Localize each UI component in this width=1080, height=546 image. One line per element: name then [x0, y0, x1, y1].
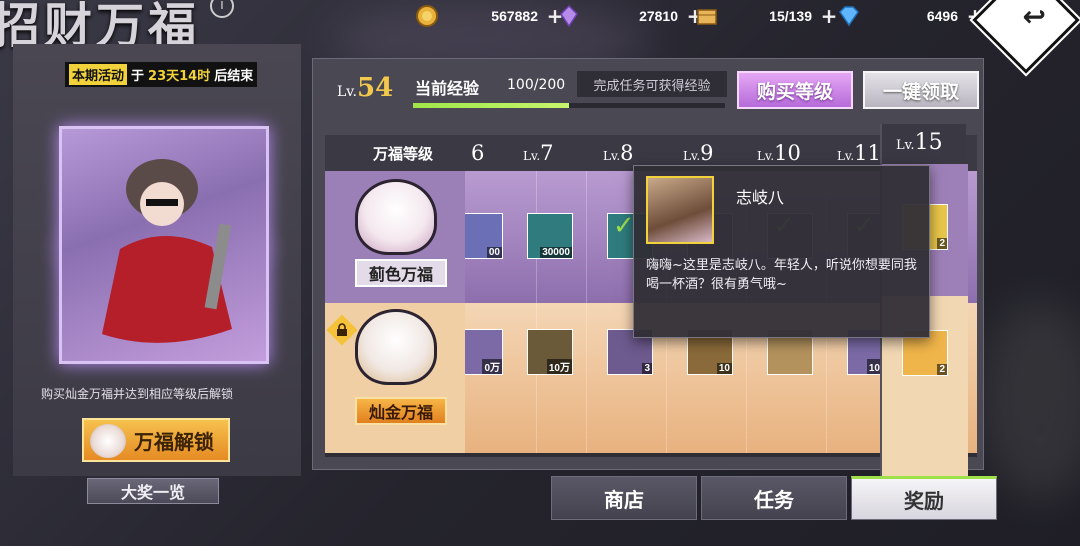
purple-crystal-icon: [556, 4, 582, 28]
claimed-check-icon: ✓: [613, 211, 635, 241]
level-header-8: Lv.8: [603, 141, 634, 165]
character-dialogue: 嗨嗨~这里是志岐八。年轻人，听说你想要同我喝一杯酒？很有勇气哦~: [646, 258, 917, 292]
exp-progress-bar: [413, 103, 725, 108]
event-notice: 本期活动 于 23天14时 后结束: [65, 62, 258, 87]
character-avatar: [646, 176, 714, 244]
exp-hint: 完成任务可获得经验: [577, 71, 727, 97]
unlock-button[interactable]: 万福解锁: [82, 418, 230, 462]
box-value: 15/139: [769, 8, 812, 24]
buy-level-button[interactable]: 购买等级: [737, 71, 853, 109]
gold-coin-icon: [414, 4, 440, 28]
notice-suffix: 后结束: [214, 69, 254, 84]
level-header-9: Lv.9: [683, 141, 714, 165]
notice-tag: 本期活动: [69, 64, 128, 85]
bottom-tabs: 商店 任务 奖励: [551, 476, 997, 520]
tab-rewards[interactable]: 奖励: [851, 476, 997, 520]
resource-bar: 567882 + 27810 + 15/139 + 6496 +: [400, 0, 983, 32]
gold-tier-side: 灿金万福: [325, 303, 465, 453]
exp-value: 100/200: [507, 77, 566, 93]
basic-tier-label: 蓟色万福: [355, 259, 447, 287]
resource-crystal: 27810 +: [556, 3, 706, 29]
basic-mascot-icon: [355, 179, 437, 255]
tab-tasks[interactable]: 任务: [701, 476, 847, 520]
level-header-6: 6: [471, 141, 485, 165]
level-number: 54: [357, 73, 394, 103]
resource-gold: 567882 +: [414, 3, 566, 29]
lock-icon: [326, 314, 358, 346]
exp-label: 当前经验: [415, 79, 480, 98]
grand-prize-button[interactable]: 大奖一览: [87, 478, 219, 504]
coin-pile-icon[interactable]: 10万: [527, 329, 573, 375]
gold-mascot-icon: [355, 309, 437, 385]
unlock-hint: 购买灿金万福并达到相应等级后解锁: [41, 387, 234, 401]
character-tooltip: 志岐八 嗨嗨~这里是志岐八。年轻人，听说你想要同我喝一杯酒？很有勇气哦~: [633, 165, 930, 338]
level-header-10: Lv.10: [757, 141, 801, 165]
crystal-value: 27810: [639, 8, 678, 24]
level-header-7: Lv.7: [523, 141, 554, 165]
current-level: Lv. 54: [337, 73, 393, 103]
reward-cell[interactable]: 10万: [507, 303, 587, 453]
character-name: 志岐八: [736, 188, 785, 207]
gold-value: 567882: [491, 8, 538, 24]
character-art: [102, 159, 232, 343]
mascot-icon: [90, 424, 126, 458]
box-icon: [694, 4, 720, 28]
resource-diamond: 6496 +: [836, 3, 986, 29]
unlock-button-label: 万福解锁: [134, 429, 214, 454]
tab-shop[interactable]: 商店: [551, 476, 697, 520]
diamond-icon: [836, 4, 862, 28]
milestone-level: Lv.15: [896, 130, 943, 155]
left-panel: 本期活动 于 23天14时 后结束 购买灿金万福并达到相应等级后解锁 万福解锁: [13, 44, 301, 476]
diamond-value: 6496: [926, 8, 958, 24]
level-header-11: Lv.11: [837, 141, 881, 165]
gold-tier-label: 灿金万福: [355, 397, 447, 425]
level-prefix: Lv.: [337, 84, 357, 100]
character-portrait[interactable]: [59, 126, 269, 364]
basic-tier-side: 蓟色万福: [325, 171, 465, 303]
resource-box: 15/139 +: [694, 3, 840, 29]
claim-all-button[interactable]: 一键领取: [863, 71, 979, 109]
back-arrow-icon: ↩: [1022, 0, 1046, 33]
reward-cell[interactable]: 30000: [507, 171, 587, 303]
coin-pile-icon[interactable]: 30000: [527, 213, 573, 259]
exp-progress-fill: [413, 103, 569, 108]
notice-time: 23天14时: [148, 69, 211, 84]
track-header-label: 万福等级: [373, 145, 434, 163]
notice-prefix: 于: [131, 69, 145, 84]
